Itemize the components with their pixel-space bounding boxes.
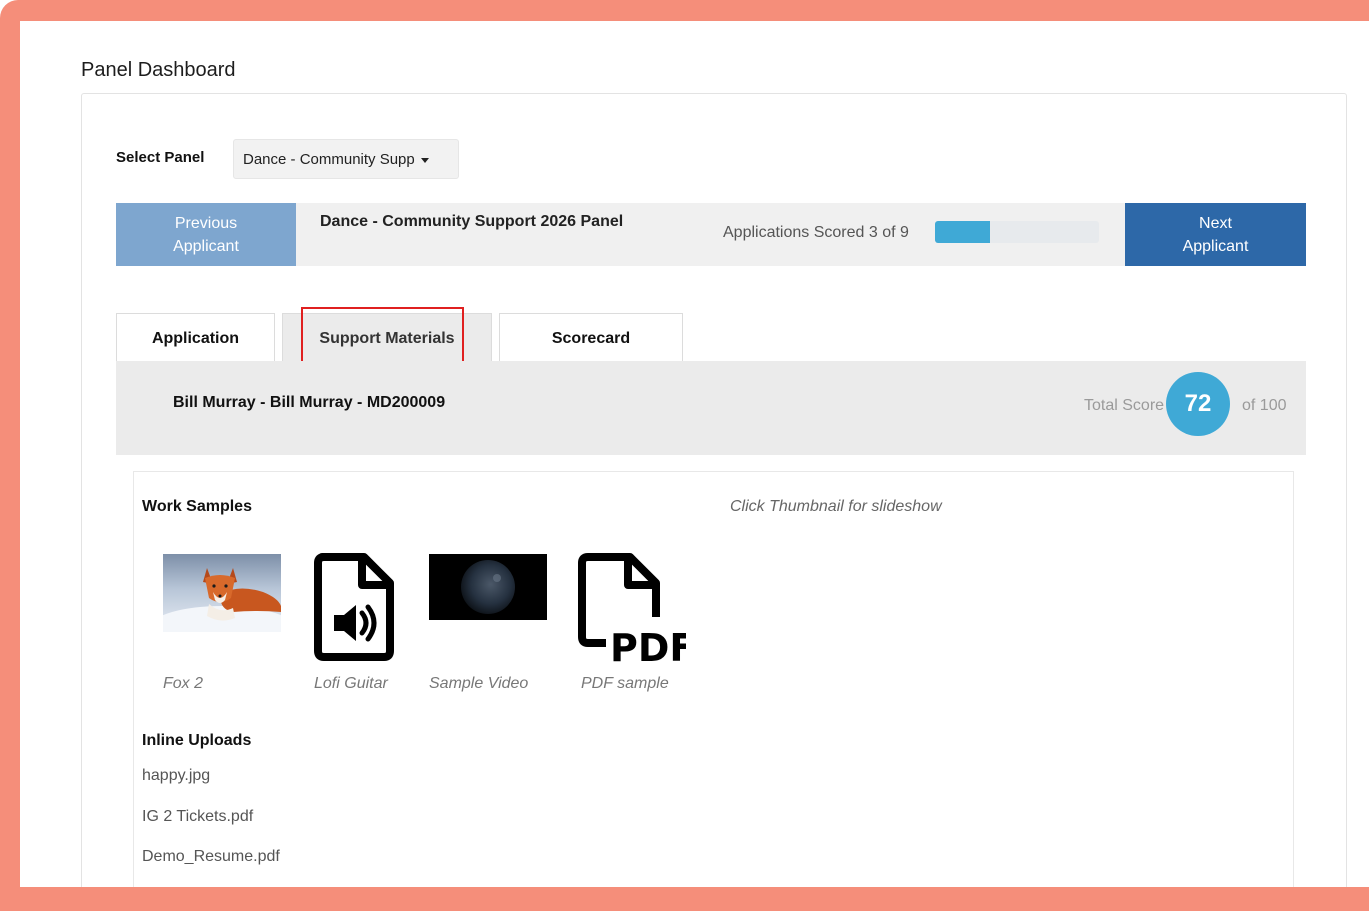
applicant-name: Bill Murray - Bill Murray - MD200009 xyxy=(173,394,446,411)
previous-applicant-button[interactable]: Previous Applicant xyxy=(116,203,296,266)
page-title: Panel Dashboard xyxy=(81,59,236,81)
inline-upload-link[interactable]: Demo_Resume.pdf xyxy=(142,848,280,866)
tab-scorecard[interactable]: Scorecard xyxy=(499,313,683,361)
work-sample-caption: Fox 2 xyxy=(163,675,204,692)
select-panel-label: Select Panel xyxy=(116,149,205,166)
previous-applicant-label: Previous Applicant xyxy=(173,215,239,255)
scoring-progress-bar xyxy=(935,221,1099,243)
support-materials-panel xyxy=(133,471,1294,887)
panel-name: Dance - Community Support 2026 Panel xyxy=(320,213,624,230)
dashboard-canvas: Panel Dashboard Select Panel Dance - Com… xyxy=(20,21,1369,887)
next-applicant-button[interactable]: Next Applicant xyxy=(1125,203,1306,266)
score-max-label: of 100 xyxy=(1242,397,1287,414)
next-applicant-label: Next Applicant xyxy=(1182,215,1249,255)
video-thumbnail[interactable] xyxy=(429,554,547,620)
tab-application[interactable]: Application xyxy=(116,313,275,361)
work-sample-caption: PDF sample xyxy=(581,675,669,692)
inline-upload-link[interactable]: IG 2 Tickets.pdf xyxy=(142,808,253,826)
select-panel-dropdown[interactable]: Dance - Community Supp xyxy=(233,139,459,179)
caret-down-icon xyxy=(420,157,429,163)
pdf-file-icon[interactable]: PDF xyxy=(578,553,695,670)
score-badge: 72 xyxy=(1166,372,1230,436)
work-sample-caption: Sample Video xyxy=(429,675,529,692)
inline-uploads-heading: Inline Uploads xyxy=(142,732,252,749)
inline-upload-link[interactable]: happy.jpg xyxy=(142,767,210,785)
fox-photo-thumbnail[interactable] xyxy=(152,554,292,646)
work-samples-heading: Work Samples xyxy=(142,498,252,515)
applications-scored-text: Applications Scored 3 of 9 xyxy=(723,224,909,241)
total-score-label: Total Score xyxy=(1084,397,1165,414)
scoring-progress-fill xyxy=(935,221,990,243)
fox-photo-image xyxy=(152,554,292,646)
slideshow-hint: Click Thumbnail for slideshow xyxy=(730,498,942,515)
select-panel-value: Dance - Community Supp xyxy=(243,151,415,168)
work-sample-caption: Lofi Guitar xyxy=(314,675,388,692)
svg-text:PDF: PDF xyxy=(610,626,686,663)
audio-file-icon[interactable] xyxy=(314,553,394,661)
